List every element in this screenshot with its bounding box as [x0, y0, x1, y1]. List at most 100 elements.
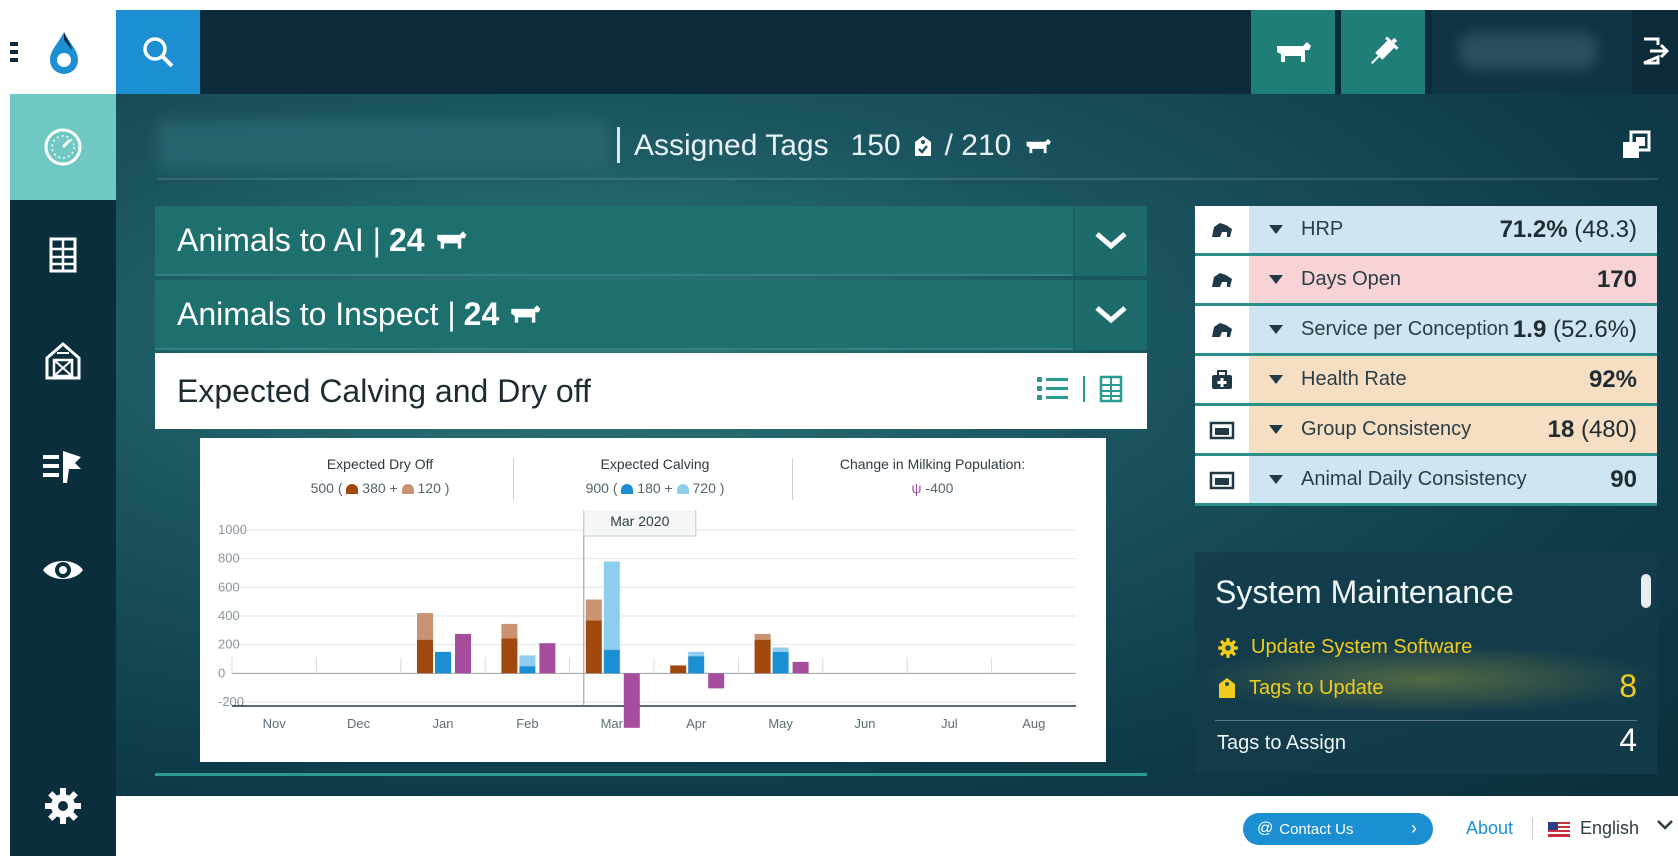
- legend-calving-total: 900 (: [585, 480, 618, 496]
- list-icon: [1037, 377, 1068, 400]
- x-tick-label: Apr: [686, 716, 707, 731]
- bar-calving-heifer: [603, 561, 620, 650]
- menu-icon[interactable]: [10, 40, 20, 64]
- maintenance-divider: [1215, 720, 1637, 721]
- legend-calving-title: Expected Calving: [600, 456, 710, 472]
- bar-milking-change: [708, 673, 725, 689]
- contact-us-button[interactable]: @ Contact Us ›: [1243, 813, 1433, 845]
- kpi-row[interactable]: Animal Daily Consistency 90: [1195, 456, 1657, 506]
- at-icon: @: [1257, 820, 1274, 837]
- kpi-row[interactable]: Group Consistency 18 (480): [1195, 406, 1657, 456]
- animals-to-ai-row[interactable]: Animals to AI | 24: [155, 206, 1147, 276]
- logout-button[interactable]: [1640, 36, 1670, 66]
- x-tick-label: Feb: [516, 716, 538, 731]
- x-tick-label: May: [768, 716, 793, 731]
- calving-panel-header: Expected Calving and Dry off: [155, 353, 1147, 429]
- cow-icon: [1026, 138, 1052, 154]
- nav-reports[interactable]: [10, 225, 116, 285]
- kpi-extra: (52.6%): [1546, 315, 1637, 343]
- update-software-label: Update System Software: [1251, 636, 1473, 658]
- cow-group-icon: [1195, 306, 1249, 353]
- user-info[interactable]: [1432, 10, 1632, 94]
- expand-inspect-button[interactable]: [1073, 280, 1147, 350]
- bar-dryoff-heifer: [585, 599, 602, 621]
- layout-toggle-button[interactable]: [1619, 128, 1653, 162]
- kpi-name: Animal Daily Consistency: [1301, 468, 1527, 490]
- logo-cell[interactable]: [10, 10, 116, 94]
- animals-tab[interactable]: [1251, 10, 1335, 94]
- bar-dryoff: [754, 639, 771, 674]
- nav-barn[interactable]: [10, 330, 116, 390]
- nav-settings[interactable]: [10, 776, 116, 836]
- about-link[interactable]: About: [1466, 818, 1513, 839]
- kpi-row[interactable]: Service per Conception 1.9 (52.6%): [1195, 306, 1657, 356]
- barn-icon: [45, 342, 81, 380]
- caret-down-icon[interactable]: [1269, 275, 1283, 284]
- maintenance-scrollbar[interactable]: [1641, 574, 1651, 608]
- expand-ai-button[interactable]: [1073, 206, 1147, 276]
- animals-to-inspect-count: 24: [463, 295, 500, 332]
- caret-down-icon[interactable]: [1269, 375, 1283, 384]
- bar-calving-heifer: [519, 655, 536, 667]
- tag-icon: [1219, 678, 1235, 698]
- tags-to-update-link[interactable]: Tags to Update: [1217, 676, 1384, 700]
- calving-cow-icon: [621, 484, 634, 495]
- legend-dry-off: Expected Dry Off 500 ( 380 + 120 ): [270, 456, 490, 496]
- animals-to-inspect-label: Animals to Inspect |: [177, 295, 456, 332]
- caret-down-icon[interactable]: [1269, 325, 1283, 334]
- tags-to-assign-label: Tags to Assign: [1217, 732, 1346, 754]
- legend-milking: Change in Milking Population: ψ -400: [820, 456, 1045, 496]
- language-selector[interactable]: English: [1580, 818, 1639, 839]
- caret-down-icon[interactable]: [1269, 225, 1283, 234]
- bar-calving-heifer: [772, 647, 789, 652]
- kpi-name: HRP: [1301, 218, 1344, 240]
- nav-monitor[interactable]: [10, 540, 116, 600]
- bar-calving: [772, 651, 789, 674]
- tooltip-label: Mar 2020: [610, 513, 669, 529]
- gear-icon: [45, 788, 81, 824]
- tags-tab[interactable]: [1341, 10, 1425, 94]
- update-software-link[interactable]: Update System Software: [1217, 636, 1472, 659]
- dry-off-heifer-icon: [401, 484, 414, 495]
- group-pen-icon: [1195, 406, 1249, 453]
- table-view-button[interactable]: [1099, 375, 1123, 403]
- x-tick-label: Dec: [347, 716, 371, 731]
- animals-to-ai-count: 24: [388, 221, 425, 258]
- bar-dryoff-heifer: [501, 623, 518, 639]
- caret-down-icon[interactable]: [1269, 425, 1283, 434]
- search-button[interactable]: [116, 10, 200, 94]
- tags-to-assign-link[interactable]: Tags to Assign: [1217, 732, 1346, 755]
- kpi-row[interactable]: Health Rate 92%: [1195, 356, 1657, 406]
- nav-tasks[interactable]: [10, 435, 116, 495]
- animals-to-inspect-row[interactable]: Animals to Inspect | 24: [155, 280, 1147, 350]
- cow-icon: [436, 231, 466, 249]
- legend-dry-off-total: 500 (: [310, 480, 343, 496]
- system-maintenance-panel: System Maintenance Update System Softwar…: [1195, 552, 1657, 774]
- legend-calving-a: 180: [637, 480, 661, 496]
- legend-dry-off-b: 120 ): [417, 480, 450, 496]
- system-maintenance-title: System Maintenance: [1215, 574, 1514, 610]
- app-logo-icon: [44, 28, 84, 76]
- y-tick-label: 0: [218, 665, 225, 680]
- nav-dashboard[interactable]: [10, 94, 116, 200]
- chevron-right-icon: ›: [1411, 818, 1417, 838]
- kpi-value: 92%: [1588, 365, 1637, 393]
- spreadsheet-icon: [49, 237, 77, 273]
- kpi-row[interactable]: HRP 71.2% (48.3): [1195, 206, 1657, 256]
- header-divider: [617, 127, 620, 163]
- x-tick-label: Nov: [263, 716, 287, 731]
- cow-icon: [1277, 42, 1311, 62]
- legend-calving-b: 720 ): [692, 480, 725, 496]
- list-view-button[interactable]: [1037, 376, 1069, 402]
- tools-divider: [1083, 376, 1085, 402]
- kpi-value: 1.9 (52.6%): [1512, 315, 1637, 343]
- kpi-extra: (480): [1574, 415, 1637, 443]
- dry-off-cow-icon: [346, 484, 359, 495]
- chevron-down-icon[interactable]: [1656, 818, 1674, 832]
- y-tick-label: 1000: [218, 522, 247, 537]
- animals-to-ai-label: Animals to AI |: [177, 221, 381, 258]
- kpi-row[interactable]: Days Open 170: [1195, 256, 1657, 306]
- bar-dryoff-heifer: [754, 633, 771, 640]
- kpi-extra: (48.3): [1567, 215, 1637, 243]
- caret-down-icon[interactable]: [1269, 475, 1283, 484]
